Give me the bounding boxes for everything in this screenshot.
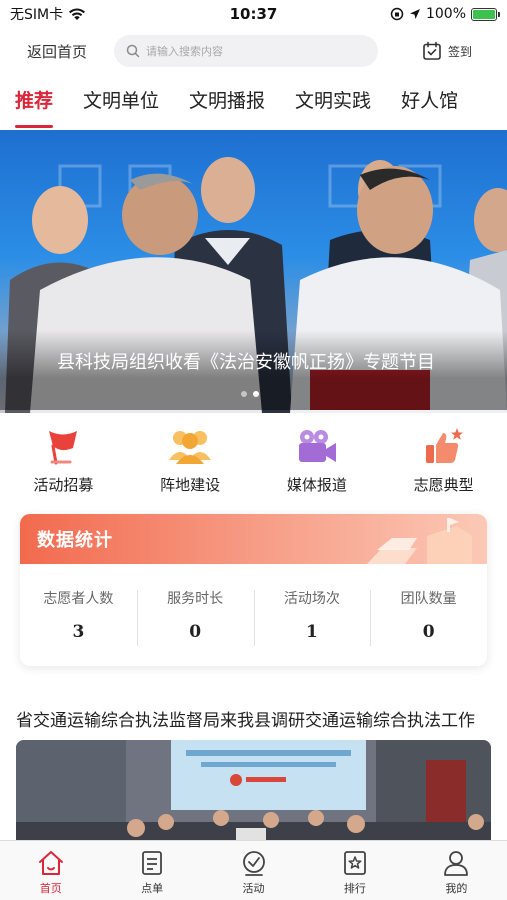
status-bar: 无SIM卡 10:37 100% (0, 0, 507, 28)
stat-label: 志愿者人数 (43, 591, 114, 607)
stat-teams: 团队数量 0 (370, 564, 487, 666)
stat-value: 0 (189, 622, 202, 642)
stat-value: 3 (72, 622, 85, 642)
carrier-label: 无SIM卡 (10, 7, 64, 23)
sign-in-button[interactable]: 签到 (422, 41, 472, 61)
news-title[interactable]: 省交通运输综合执法监督局来我县调研交通运输综合执法工作 (16, 706, 491, 731)
orientation-lock-icon (390, 7, 404, 21)
stat-value: 0 (422, 622, 435, 642)
banner-caption: 县科技局组织收看《法治安徽帆正扬》专题节目 (0, 330, 507, 410)
tabbar-label: 点单 (141, 882, 164, 895)
video-camera-icon (295, 424, 339, 468)
top-nav: 返回首页 签到 (0, 30, 507, 72)
search-bar[interactable] (114, 35, 378, 67)
wifi-icon (69, 8, 86, 20)
stat-activities: 活动场次 1 (253, 564, 371, 666)
location-icon (409, 9, 420, 19)
tabbar-item-activity[interactable]: 活动 (203, 841, 304, 900)
quick-action-typical[interactable]: 志愿典型 (380, 424, 507, 506)
banner-carousel[interactable]: 县科技局组织收看《法治安徽帆正扬》专题节目 (0, 130, 507, 413)
battery-level (473, 9, 495, 19)
battery-percent: 100% (425, 6, 466, 22)
profile-icon (444, 851, 469, 876)
tab-4[interactable]: 好人馆 (401, 86, 458, 128)
tab-1[interactable]: 文明单位 (83, 86, 159, 128)
stat-label: 团队数量 (400, 591, 457, 607)
quick-action-label: 志愿典型 (413, 476, 474, 494)
tabbar-item-order[interactable]: 点单 (101, 841, 202, 900)
battery-icon (471, 7, 500, 21)
tabbar-item-home[interactable]: 首页 (0, 841, 101, 900)
carousel-dot[interactable] (241, 391, 247, 397)
search-input[interactable] (146, 44, 346, 58)
activity-icon (242, 851, 265, 876)
stat-label: 活动场次 (283, 591, 340, 607)
tab-0[interactable]: 推荐 (15, 86, 54, 128)
building-illustration (367, 518, 472, 564)
quick-actions: 活动招募 阵地建设 媒体报道 志愿典型 (0, 424, 507, 506)
tabbar-label: 排行 (343, 882, 366, 895)
quick-action-label: 媒体报道 (286, 476, 347, 494)
stat-value: 1 (305, 622, 318, 642)
sign-in-label: 签到 (448, 44, 473, 59)
quick-action-label: 阵地建设 (160, 476, 221, 494)
tabbar-label: 我的 (445, 882, 468, 895)
category-tabs: 推荐 文明单位 文明播报 文明实践 好人馆 (0, 86, 507, 128)
order-icon (142, 851, 163, 875)
tabbar-item-profile[interactable]: 我的 (406, 841, 507, 900)
bottom-tab-bar: 首页 点单 活动 排行 我的 (0, 840, 507, 900)
quick-action-label: 活动招募 (33, 476, 94, 494)
stats-body: 志愿者人数 3 服务时长 0 活动场次 1 团队数量 0 (20, 564, 487, 666)
tabbar-label: 活动 (242, 882, 265, 895)
status-left: 无SIM卡 (10, 4, 86, 24)
stats-title: 数据统计 (37, 530, 113, 551)
back-home-button[interactable]: 返回首页 (0, 41, 114, 62)
people-icon (168, 424, 212, 468)
flag-icon (41, 424, 85, 468)
status-right: 100% (390, 6, 500, 22)
thumbs-up-icon (422, 424, 466, 468)
stats-card: 数据统计 志愿者人数 3 服务时长 0 活动场次 1 团队数量 0 (20, 514, 487, 666)
news-photo-meeting (16, 740, 491, 840)
search-icon (126, 44, 140, 58)
quick-action-media[interactable]: 媒体报道 (254, 424, 381, 506)
tabbar-label: 首页 (39, 882, 62, 895)
quick-action-recruit[interactable]: 活动招募 (0, 424, 127, 506)
home-icon (38, 851, 63, 875)
tab-3[interactable]: 文明实践 (295, 86, 371, 128)
ranking-icon (344, 851, 366, 875)
calendar-check-icon (423, 41, 441, 60)
tabbar-item-ranking[interactable]: 排行 (304, 841, 405, 900)
carousel-dot[interactable] (253, 391, 259, 397)
quick-action-venue[interactable]: 阵地建设 (127, 424, 254, 506)
stat-service-hours: 服务时长 0 (136, 564, 254, 666)
stat-label: 服务时长 (167, 591, 224, 607)
news-thumbnail[interactable] (16, 740, 491, 840)
stats-header: 数据统计 (20, 514, 487, 564)
carousel-dots (241, 391, 259, 397)
tab-2[interactable]: 文明播报 (189, 86, 265, 128)
stat-volunteers: 志愿者人数 3 (20, 564, 137, 666)
